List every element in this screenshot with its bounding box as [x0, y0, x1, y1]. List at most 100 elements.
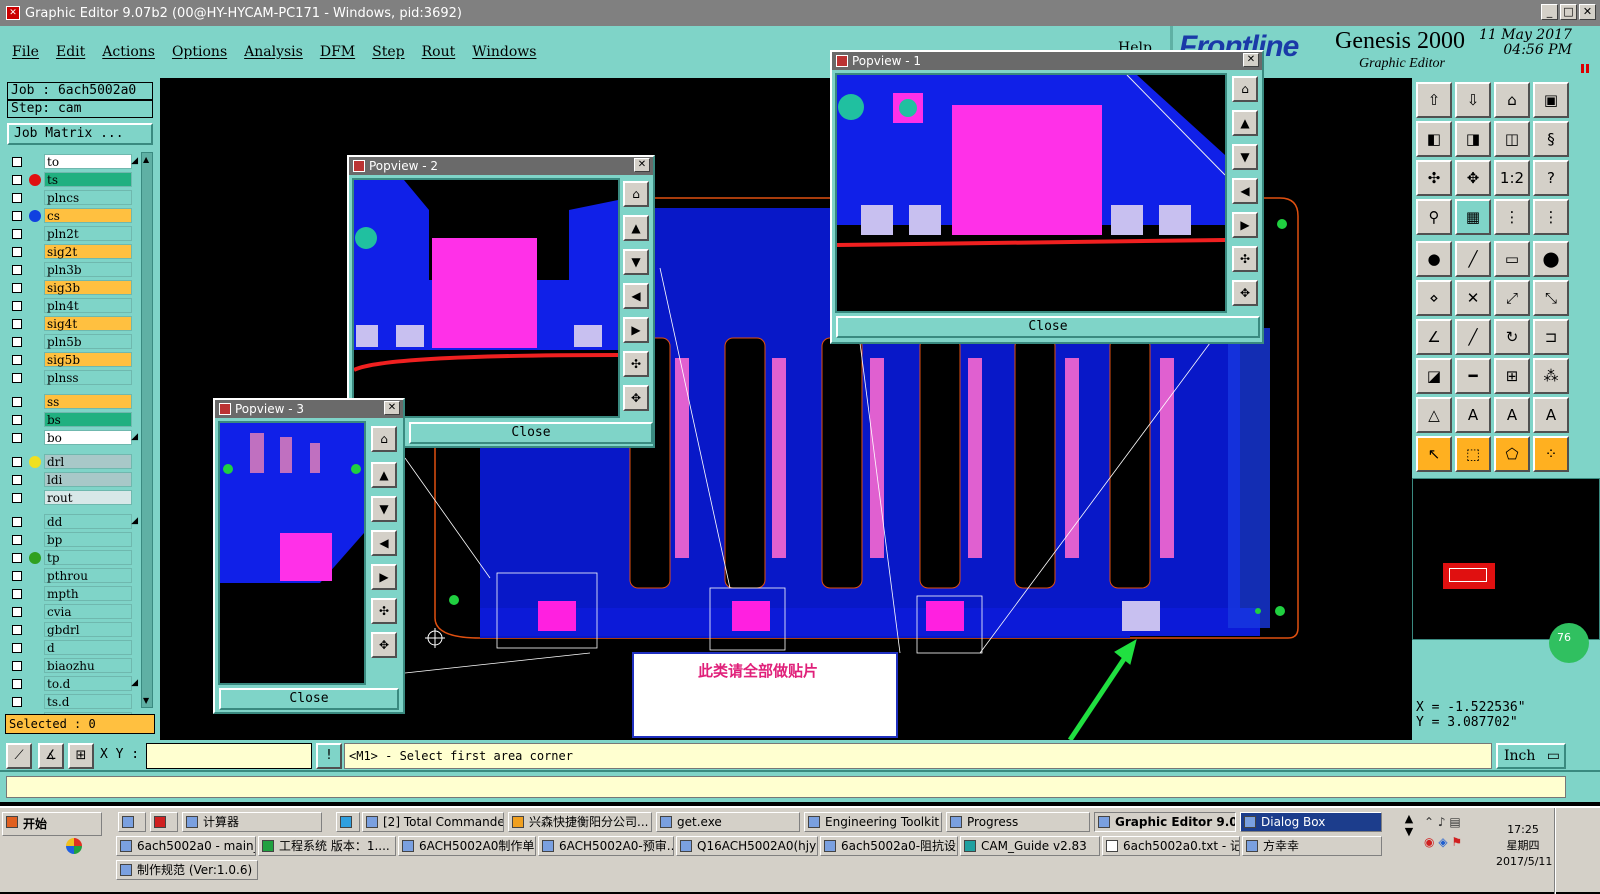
cluster-tool-icon[interactable]: ⁂	[1533, 358, 1569, 394]
layer-name[interactable]: ts.d	[44, 694, 132, 709]
pan-right-icon[interactable]: ▶	[371, 564, 397, 590]
layer-checkbox[interactable]	[12, 679, 22, 689]
task-xingsen[interactable]: 兴森快捷衡阳分公司...	[508, 812, 652, 832]
close-button[interactable]: ✕	[1579, 4, 1596, 20]
surface-tool-icon[interactable]: ◪	[1416, 358, 1452, 394]
layer-name[interactable]: to	[44, 154, 132, 169]
layer-row-sig5b[interactable]: sig5b	[8, 352, 140, 368]
popview-1-close-icon[interactable]: ✕	[1243, 53, 1259, 67]
scroll-down-icon[interactable]: ▼	[143, 696, 149, 705]
overview-map[interactable]: 76	[1412, 478, 1600, 663]
layer-name[interactable]: bs	[44, 412, 132, 427]
layer-name[interactable]: rout	[44, 490, 132, 505]
popview-3-view[interactable]	[218, 421, 366, 685]
layer-checkbox[interactable]	[12, 337, 22, 347]
layer-checkbox[interactable]	[12, 457, 22, 467]
zoom-out-icon[interactable]: ▼	[1232, 144, 1258, 170]
zoom-fit-tool-icon[interactable]: ✣	[1416, 160, 1452, 196]
layer-blue-tool-icon[interactable]: ⋮	[1533, 199, 1569, 235]
layer-row-cvia[interactable]: cvia	[8, 604, 140, 620]
popview-1-titlebar[interactable]: Popview - 1	[832, 52, 1262, 70]
angle-tool-icon[interactable]: ∠	[1416, 319, 1452, 355]
popview-3-titlebar[interactable]: Popview - 3	[215, 400, 403, 418]
layer-checkbox[interactable]	[12, 571, 22, 581]
layer-name[interactable]: drl	[44, 454, 132, 469]
layer-row-ss[interactable]: ss	[8, 394, 140, 410]
maximize-button[interactable]: □	[1560, 4, 1577, 20]
tray-flag-icon[interactable]: ⚑	[1451, 835, 1462, 849]
layer-row-bo[interactable]: bo ◢	[8, 430, 140, 446]
layer-row-sig4t[interactable]: sig4t	[8, 316, 140, 332]
select-net-tool-icon[interactable]: ⁘	[1533, 436, 1569, 472]
layer-checkbox[interactable]	[12, 355, 22, 365]
popview-1-close-button[interactable]: Close	[836, 316, 1260, 338]
layer-checkbox[interactable]	[12, 589, 22, 599]
task-engineering-system[interactable]: 工程系统 版本：1....	[258, 836, 396, 856]
triangle-tool-icon[interactable]: △	[1416, 397, 1452, 433]
layer-row-pln5b[interactable]: pln5b	[8, 334, 140, 350]
tray-scroll-icon[interactable]: ▲ ▼	[1398, 812, 1420, 856]
tray-shield-icon[interactable]: ◈	[1438, 835, 1447, 849]
layer-name[interactable]: biaozhu	[44, 658, 132, 673]
pan-right-icon[interactable]: ▶	[623, 317, 649, 343]
layer-row-plncs[interactable]: plncs	[8, 190, 140, 206]
layer-checkbox[interactable]	[12, 643, 22, 653]
snap-grid-icon[interactable]: ⊞	[68, 743, 94, 769]
zoom-home-icon[interactable]: ⌂	[623, 181, 649, 207]
task-production-sheet[interactable]: 6ACH5002A0制作单...	[398, 836, 536, 856]
layer-checkbox[interactable]	[12, 415, 22, 425]
popview-1-view[interactable]	[835, 73, 1227, 313]
layer-row-sig3b[interactable]: sig3b	[8, 280, 140, 296]
layer-checkbox[interactable]	[12, 193, 22, 203]
tray-clock[interactable]: 17:25 星期四 2017/5/11	[1496, 822, 1552, 870]
layer-checkbox[interactable]	[12, 301, 22, 311]
layer-row-ts[interactable]: ts	[8, 172, 140, 188]
net-tool-icon[interactable]: ⋄	[1416, 280, 1452, 316]
menu-windows[interactable]: Windows	[472, 44, 536, 60]
layer-name[interactable]: cs	[44, 208, 132, 223]
units-select[interactable]: Inch ▭	[1496, 743, 1566, 769]
job-matrix-button[interactable]: Job Matrix ...	[7, 123, 153, 145]
layer-row-pln3b[interactable]: pln3b	[8, 262, 140, 278]
grid-tool-icon[interactable]: ▦	[1455, 199, 1491, 235]
layer-name[interactable]: sig3b	[44, 280, 132, 295]
layer-row-mpth[interactable]: mpth	[8, 586, 140, 602]
tray-up-icon[interactable]: ⌃	[1424, 815, 1434, 829]
task-impedance[interactable]: 6ach5002a0-阻抗设...	[820, 836, 958, 856]
layer-row-dd[interactable]: dd ◢	[8, 514, 140, 530]
zoom-in-icon[interactable]: ▲	[1232, 110, 1258, 136]
layer-row-pthrou[interactable]: pthrou	[8, 568, 140, 584]
pan-left-icon[interactable]: ◀	[623, 283, 649, 309]
pdf-icon[interactable]	[150, 812, 178, 832]
ie-icon[interactable]	[336, 812, 360, 832]
task-total-commander[interactable]: [2] Total Commander ...	[362, 812, 504, 832]
zoom-out-icon[interactable]: ▼	[623, 249, 649, 275]
pan-left-icon[interactable]: ◀	[1232, 178, 1258, 204]
layer-name[interactable]: ss	[44, 394, 132, 409]
fit-icon[interactable]: ✣	[371, 598, 397, 624]
inset-tool-icon[interactable]: ⊞	[1494, 358, 1530, 394]
center-icon[interactable]: ✥	[371, 632, 397, 658]
split-tool-icon[interactable]: ◫	[1494, 121, 1530, 157]
layer-name[interactable]: ldi	[44, 472, 132, 487]
layer-checkbox[interactable]	[12, 283, 22, 293]
layer-checkbox[interactable]	[12, 475, 22, 485]
layer-checkbox[interactable]	[12, 493, 22, 503]
pan-left-tool-icon[interactable]: ◧	[1416, 121, 1452, 157]
snap-corner-icon[interactable]: ⟋	[6, 743, 32, 769]
layer-row-pln4t[interactable]: pln4t	[8, 298, 140, 314]
frame-tool-icon[interactable]: ▣	[1533, 82, 1569, 118]
task-main-qa[interactable]: 6ach5002a0 - main_qa	[116, 836, 256, 856]
colorful-icon[interactable]	[66, 838, 82, 854]
help-tool-icon[interactable]: ?	[1533, 160, 1569, 196]
select-box-tool-icon[interactable]: ⬚	[1455, 436, 1491, 472]
layer-name[interactable]: plnss	[44, 370, 132, 385]
layer-checkbox[interactable]	[12, 397, 22, 407]
menu-rout[interactable]: Rout	[422, 44, 456, 60]
move-down-tool-icon[interactable]: ⇩	[1455, 82, 1491, 118]
layer-name[interactable]: d	[44, 640, 132, 655]
layer-row-ts-d[interactable]: ts.d	[8, 694, 140, 710]
popview-3-close-button[interactable]: Close	[219, 688, 399, 710]
circle-tool-icon[interactable]: ⬤	[1533, 241, 1569, 277]
layer-row-d[interactable]: d	[8, 640, 140, 656]
